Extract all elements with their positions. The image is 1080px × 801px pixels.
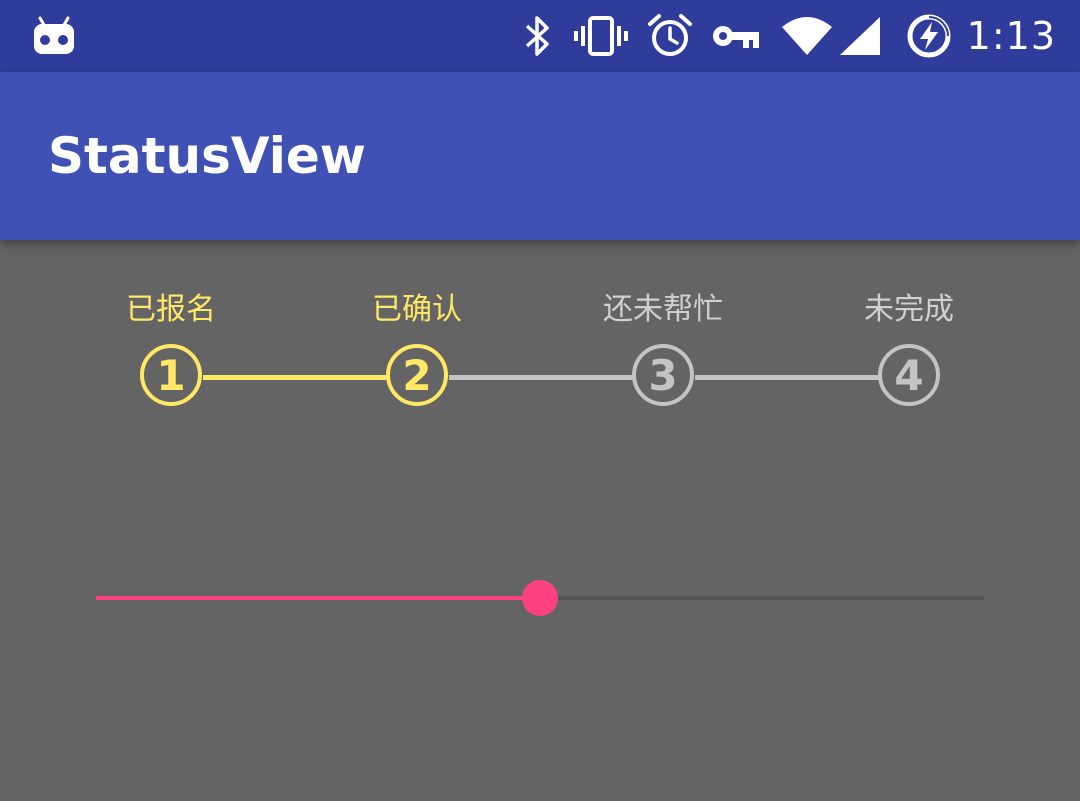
vibrate-icon	[572, 0, 630, 72]
clock: 1:13	[966, 14, 1056, 58]
android-debug-icon	[28, 0, 80, 72]
app-bar: StatusView	[0, 72, 1080, 240]
step-label-4: 未完成	[864, 292, 954, 327]
step-label-2: 已确认	[372, 292, 462, 327]
alarm-icon	[646, 0, 694, 72]
seekbar-thumb[interactable]	[522, 580, 558, 616]
app-title: StatusView	[48, 127, 366, 185]
step-label-1: 已报名	[126, 292, 216, 327]
step-circle-3: 3	[632, 344, 694, 406]
step-connector-2-3	[449, 375, 633, 380]
step-connector-1-2	[203, 375, 387, 380]
wifi-icon	[780, 0, 834, 72]
bluetooth-icon	[520, 0, 556, 72]
status-bar: 1:13	[0, 0, 1080, 72]
step-circle-4: 4	[878, 344, 940, 406]
step-label-3: 还未帮忙	[603, 292, 723, 327]
cell-signal-icon	[838, 0, 882, 72]
progress-seekbar[interactable]	[96, 580, 984, 616]
battery-charging-icon	[904, 0, 954, 72]
vpn-key-icon	[710, 0, 762, 72]
step-circle-2: 2	[386, 344, 448, 406]
step-connector-3-4	[695, 375, 879, 380]
step-circle-1: 1	[140, 344, 202, 406]
seekbar-progress-fill	[96, 596, 540, 600]
content-area: 已报名 1 已确认 2 还未帮忙 3 未完成 4	[0, 240, 1080, 801]
